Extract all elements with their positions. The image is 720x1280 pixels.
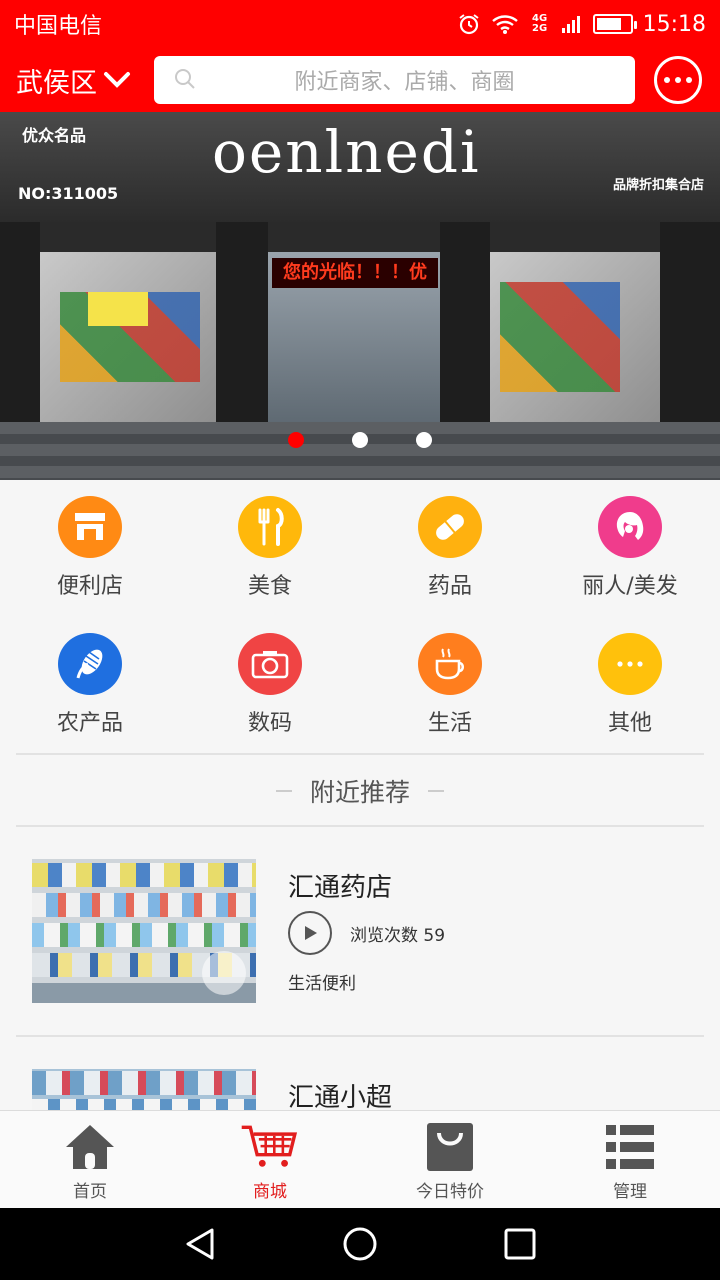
category-label: 美食 (247, 574, 292, 599)
tab-label: 管理 (613, 1182, 647, 1202)
category-label: 便利店 (56, 574, 123, 599)
wifi-icon (491, 15, 518, 34)
system-navigation-bar (0, 1208, 720, 1280)
back-icon[interactable] (182, 1226, 218, 1262)
coffee-cup-icon (435, 648, 465, 680)
battery-icon (592, 14, 637, 34)
clock-label: 15:18 (642, 11, 706, 37)
views-count: 浏览次数 59 (350, 925, 446, 946)
sign-left-text: 优众名品 (22, 126, 87, 145)
store-icon (75, 513, 105, 540)
tab-label: 今日特价 (416, 1182, 484, 1202)
nearby-title: 附近推荐 (309, 778, 410, 807)
storefront-sign: 优众名品 oenlnedi NO:311005 品牌折扣集合店 (0, 112, 720, 222)
tab-daily-deals[interactable]: 今日特价 (360, 1111, 540, 1209)
category-life[interactable]: 生活 (360, 617, 540, 737)
nearby-section-header: 附近推荐 (0, 756, 720, 826)
search-input[interactable]: 附近商家、店铺、商圈 (154, 56, 635, 104)
led-scroll-text: 您的光临！！！优 (272, 258, 438, 288)
home-icon (66, 1125, 114, 1169)
category-food[interactable]: 美食 (180, 480, 360, 600)
play-icon[interactable] (288, 911, 332, 955)
banner-carousel[interactable]: 优众名品 oenlnedi NO:311005 品牌折扣集合店 您的光临！！！优 (0, 112, 720, 480)
shop-views: 浏览次数 59 (288, 911, 445, 955)
network-type-label: 4G 2G (532, 13, 548, 34)
tab-label: 商城 (253, 1182, 287, 1202)
sign-code-text: NO:311005 (18, 184, 119, 203)
app-header: 武侯区 附近商家、店铺、商圈 (0, 48, 720, 112)
category-label: 药品 (427, 574, 472, 599)
recent-apps-icon[interactable] (502, 1226, 538, 1262)
carousel-dot[interactable] (288, 432, 304, 448)
alarm-icon (458, 14, 479, 35)
chat-bubble-icon (664, 77, 670, 83)
carrier-label: 中国电信 (14, 14, 103, 39)
shop-name: 汇通药店 (288, 873, 393, 903)
search-placeholder: 附近商家、店铺、商圈 (294, 70, 515, 95)
signal-icon (561, 16, 580, 33)
status-icons: 4G 2G 15:18 (457, 12, 706, 37)
location-label: 武侯区 (16, 67, 97, 99)
category-agriculture[interactable]: 农产品 (0, 617, 180, 737)
category-grid: 便利店 美食 药品 丽人/美发 农产品 数码 生活 其他 (0, 480, 720, 754)
shop-window-left (40, 252, 216, 422)
category-convenience-store[interactable]: 便利店 (0, 480, 180, 600)
woman-hair-icon (616, 512, 644, 540)
more-dots-icon (617, 661, 643, 667)
shopping-cart-icon (241, 1125, 298, 1167)
battery-level (596, 18, 621, 30)
category-other[interactable]: 其他 (540, 617, 720, 737)
tab-manage[interactable]: 管理 (540, 1111, 720, 1209)
camera-icon (251, 651, 289, 679)
shop-window-right (490, 252, 660, 422)
carousel-dot[interactable] (352, 432, 368, 448)
category-label: 农产品 (56, 711, 123, 736)
category-label: 数码 (247, 711, 292, 736)
shop-name: 汇通小超 (288, 1083, 393, 1113)
shop-thumbnail (32, 859, 256, 1003)
category-label: 其他 (607, 711, 652, 736)
list-icon (606, 1125, 654, 1169)
category-medicine[interactable]: 药品 (360, 480, 540, 600)
chat-button[interactable] (654, 56, 702, 104)
shopping-bag-icon (427, 1123, 473, 1171)
fork-knife-icon (258, 508, 284, 546)
tab-label: 首页 (73, 1182, 107, 1202)
sign-logo-text: oenlnedi (212, 118, 481, 186)
app-screen: 中国电信 4G 2G 15:18 武侯区 附近商家、店铺、商圈 优众名品 oen… (0, 0, 720, 1280)
carousel-dots (0, 430, 720, 450)
shop-tag: 生活便利 (288, 974, 356, 994)
category-label: 生活 (427, 711, 472, 736)
category-digital[interactable]: 数码 (180, 617, 360, 737)
category-label: 丽人/美发 (582, 574, 678, 599)
home-circle-icon[interactable] (342, 1226, 378, 1262)
divider (16, 753, 704, 755)
search-icon (175, 69, 195, 89)
category-beauty[interactable]: 丽人/美发 (540, 480, 720, 600)
tab-home[interactable]: 首页 (0, 1111, 180, 1209)
carousel-dot[interactable] (416, 432, 432, 448)
pill-icon (436, 514, 464, 540)
shop-list-item[interactable]: 汇通药店 浏览次数 59 生活便利 (0, 827, 720, 1037)
status-bar: 中国电信 4G 2G 15:18 (0, 0, 720, 48)
chevron-down-icon (104, 72, 130, 88)
location-selector[interactable]: 武侯区 (16, 61, 140, 100)
tab-mall[interactable]: 商城 (180, 1111, 360, 1209)
bottom-tab-bar: 首页 商城 今日特价 管理 (0, 1110, 720, 1208)
corn-icon (76, 649, 103, 679)
category-icon-bg (58, 496, 122, 558)
sign-right-text: 品牌折扣集合店 (612, 178, 704, 193)
video-play-overlay-icon (202, 951, 246, 995)
